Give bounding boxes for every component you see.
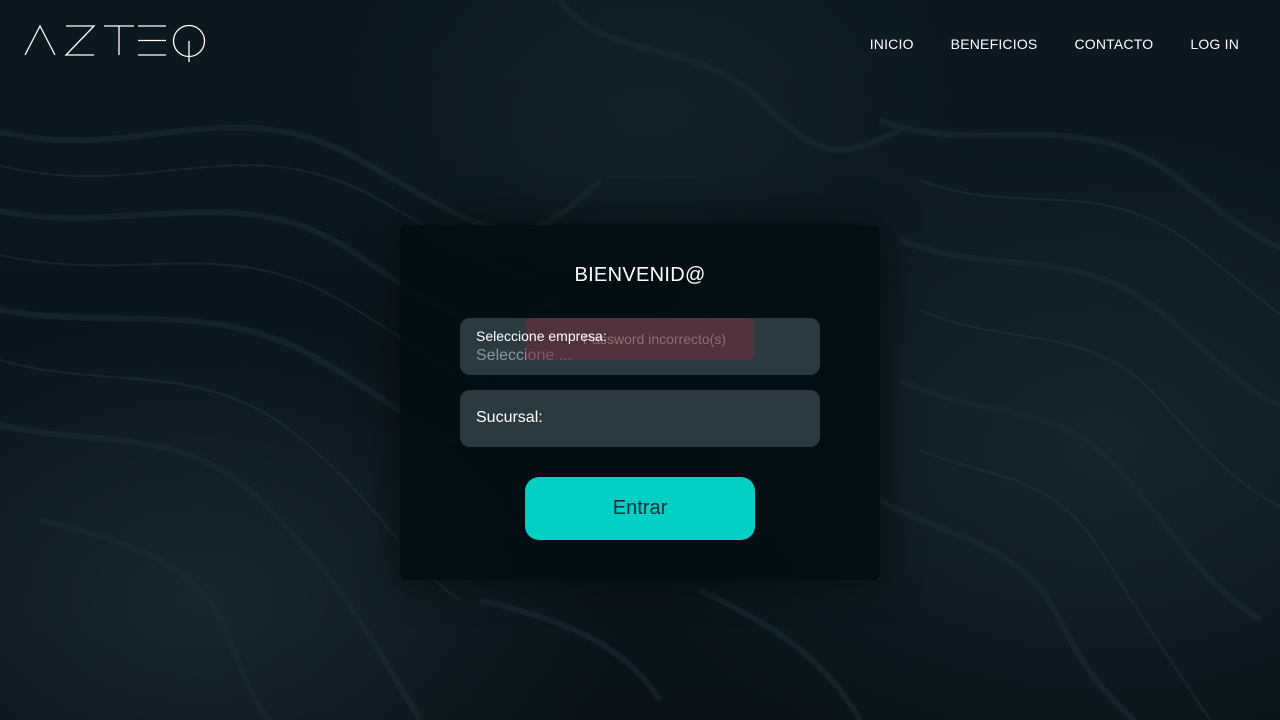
azteq-logo[interactable]	[24, 24, 208, 64]
nav-beneficios-link[interactable]: BENEFICIOS	[951, 35, 1038, 53]
nav-login-link[interactable]: LOG IN	[1190, 35, 1239, 53]
main-nav: INICIO BENEFICIOS CONTACTO LOG IN	[833, 35, 1239, 53]
branch-label: Sucursal:	[476, 409, 543, 426]
company-label: Seleccione empresa:	[476, 328, 607, 344]
branch-field[interactable]: Sucursal:	[460, 390, 820, 447]
submit-button[interactable]: Entrar	[525, 477, 755, 540]
login-title: BIENVENID@	[574, 264, 706, 286]
login-card: BIENVENID@ Seleccione empresa: Seleccion…	[400, 225, 880, 580]
nav-contacto-link[interactable]: CONTACTO	[1074, 35, 1153, 53]
nav-inicio-link[interactable]: INICIO	[870, 35, 914, 53]
